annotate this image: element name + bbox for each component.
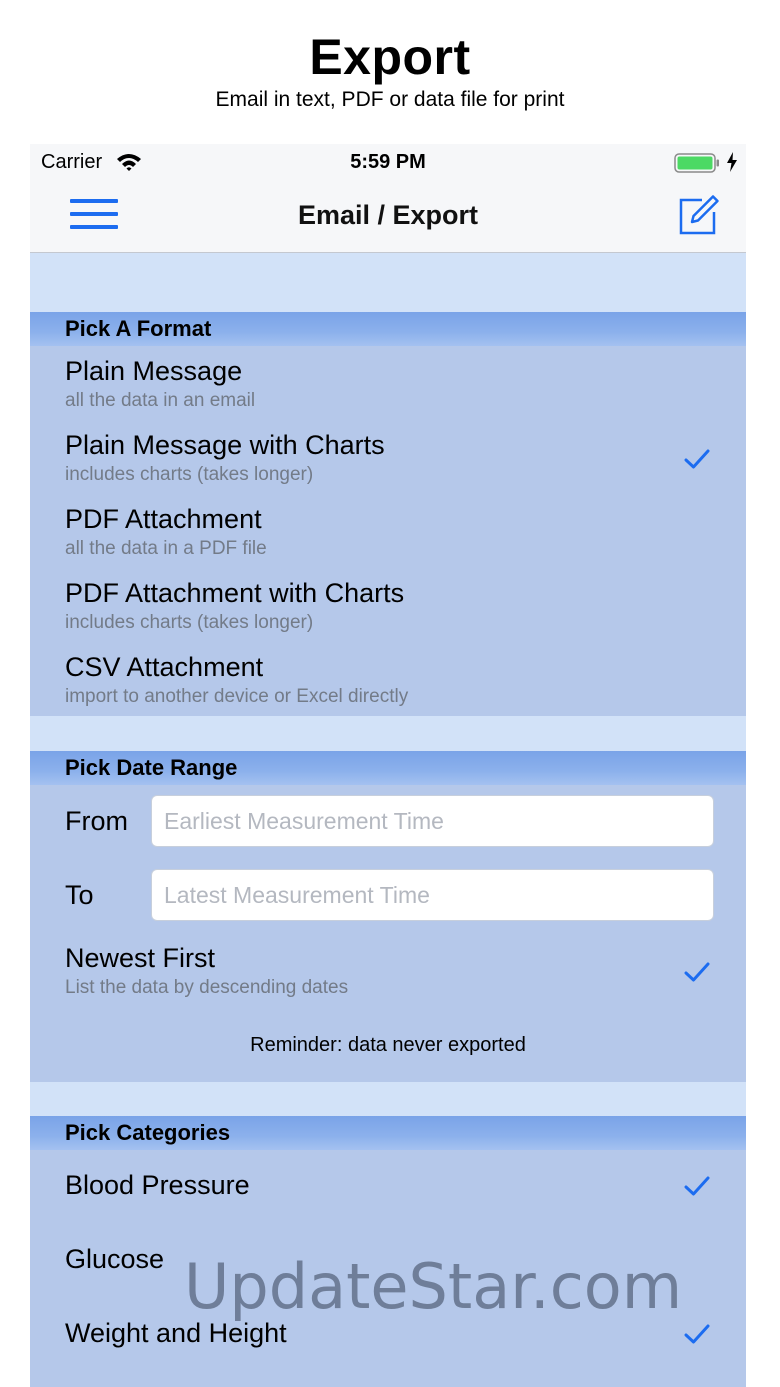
option-subtitle: import to another device or Excel direct… — [65, 686, 409, 707]
option-title: PDF Attachment — [65, 504, 262, 534]
option-subtitle: List the data by descending dates — [65, 977, 349, 998]
category-title: Glucose — [65, 1244, 165, 1274]
format-option-pdf-charts[interactable]: PDF Attachment with Charts includes char… — [30, 568, 746, 642]
category-title: Blood Pressure — [65, 1170, 250, 1200]
promo-title: Export — [309, 29, 471, 85]
to-label: To — [65, 880, 94, 910]
category-blood-pressure[interactable]: Blood Pressure — [30, 1150, 746, 1224]
charging-icon — [726, 152, 738, 177]
from-date-input[interactable] — [151, 795, 714, 847]
checkmark-icon — [684, 962, 710, 982]
checkmark-icon — [684, 449, 710, 469]
option-title: Newest First — [65, 943, 216, 973]
battery-icon — [674, 153, 720, 178]
newest-first-toggle[interactable]: Newest First List the data by descending… — [30, 933, 746, 1007]
format-option-plain-message-charts[interactable]: Plain Message with Charts includes chart… — [30, 420, 746, 494]
watermark: UpdateStar.com — [184, 1250, 683, 1323]
format-option-pdf[interactable]: PDF Attachment all the data in a PDF fil… — [30, 494, 746, 568]
option-title: CSV Attachment — [65, 652, 264, 682]
option-subtitle: includes charts (takes longer) — [65, 464, 314, 485]
format-option-plain-message[interactable]: Plain Message all the data in an email — [30, 346, 746, 420]
status-bar: Carrier 5:59 PM — [30, 144, 746, 180]
option-subtitle: includes charts (takes longer) — [65, 612, 314, 633]
page-title: Email / Export — [297, 200, 479, 230]
navigation-bar: Email / Export — [30, 180, 746, 253]
to-date-input[interactable] — [151, 869, 714, 921]
date-range-panel: From To Newest First List the data by de… — [30, 785, 746, 1082]
from-label: From — [65, 806, 128, 836]
status-time: 5:59 PM — [350, 151, 426, 173]
option-subtitle: all the data in an email — [65, 390, 256, 411]
section-header-categories: Pick Categories — [30, 1116, 746, 1150]
section-header-format: Pick A Format — [30, 312, 746, 346]
checkmark-icon — [684, 1324, 710, 1344]
checkmark-icon — [684, 1176, 710, 1196]
compose-button[interactable] — [678, 194, 720, 241]
phone-screen: Carrier 5:59 PM Email / Export Pick A Fo… — [30, 144, 746, 1387]
reminder-text: Reminder: data never exported — [250, 1034, 526, 1056]
format-option-csv[interactable]: CSV Attachment import to another device … — [30, 642, 746, 716]
promo-subtitle: Email in text, PDF or data file for prin… — [215, 88, 565, 111]
option-title: Plain Message — [65, 356, 243, 386]
option-subtitle: all the data in a PDF file — [65, 538, 267, 559]
option-title: PDF Attachment with Charts — [65, 578, 405, 608]
compose-icon — [679, 195, 719, 235]
option-title: Plain Message with Charts — [65, 430, 385, 460]
section-header-date-range: Pick Date Range — [30, 751, 746, 785]
format-list: Plain Message all the data in an email P… — [30, 346, 746, 716]
